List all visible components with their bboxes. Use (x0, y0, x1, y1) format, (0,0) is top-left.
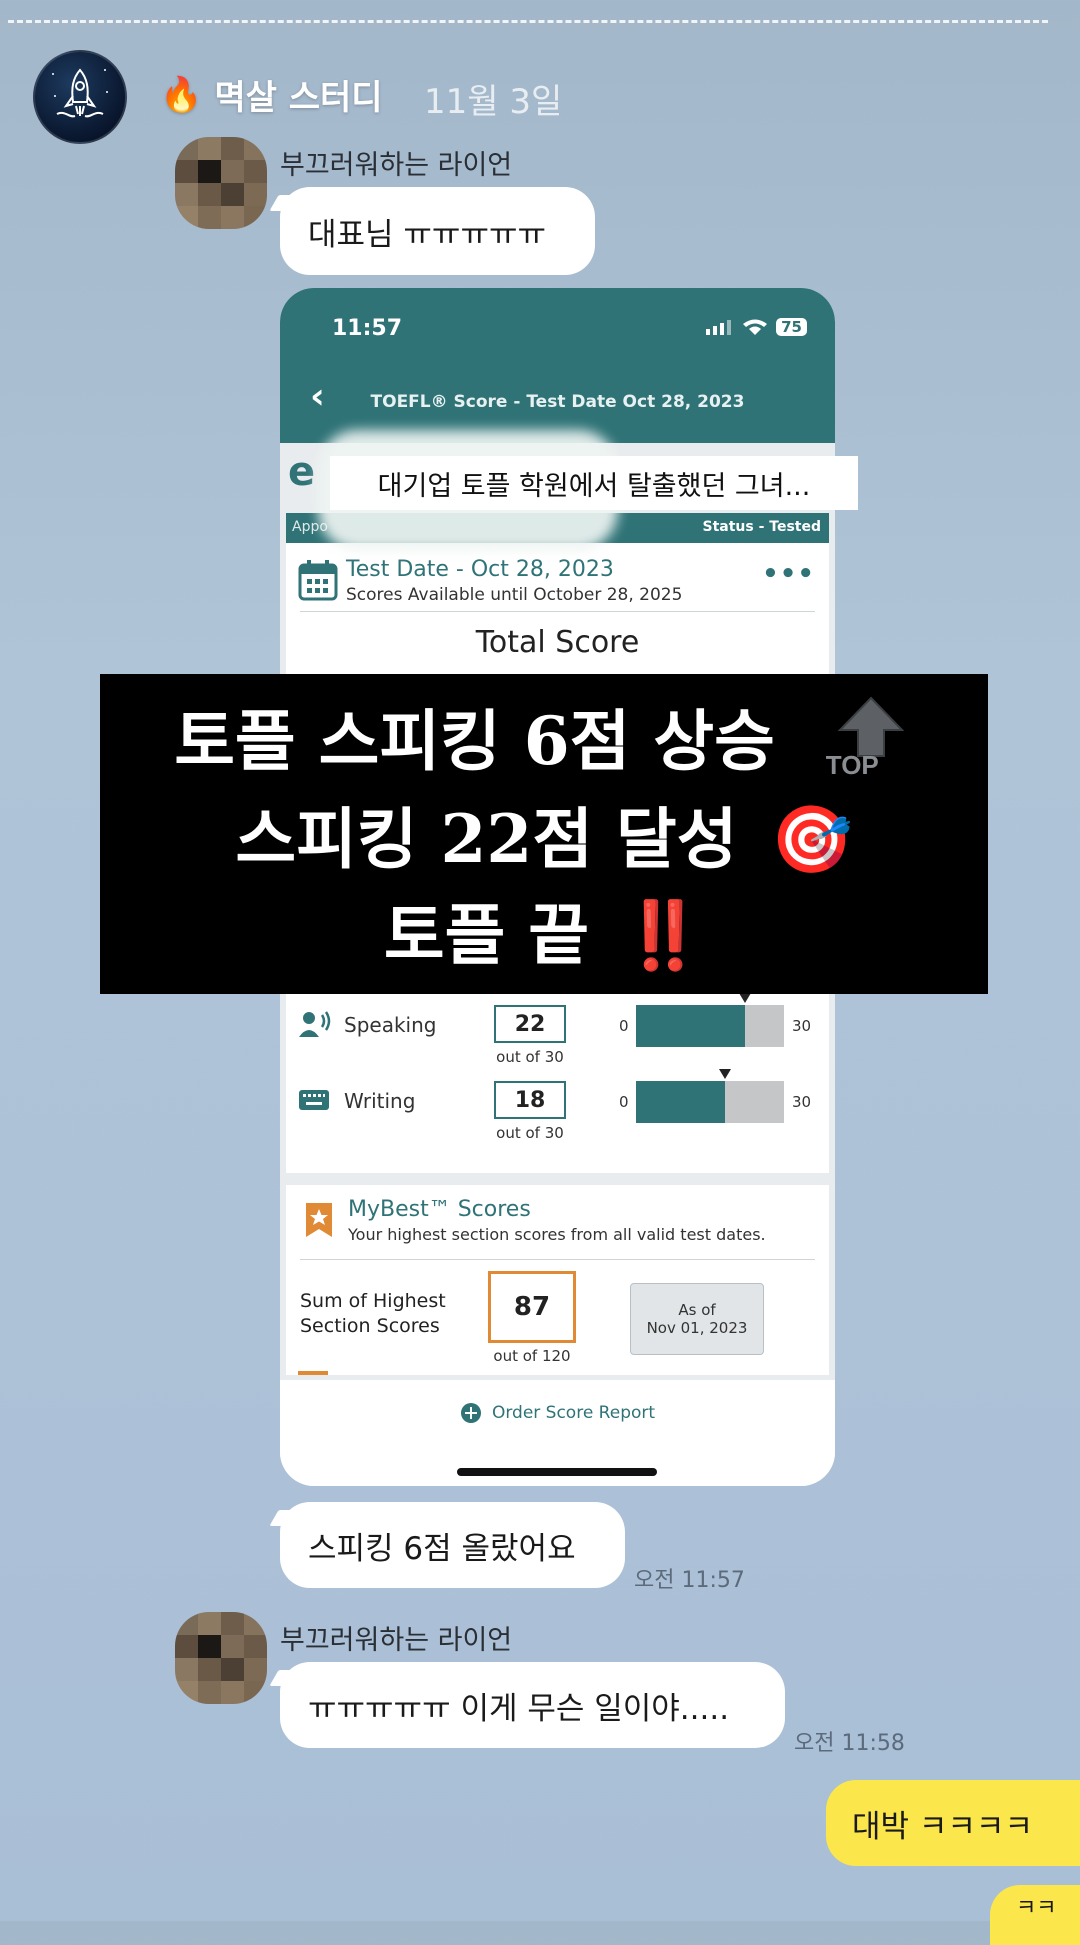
message-text: 대박 ㅋㅋㅋㅋ (852, 1808, 1033, 1845)
order-score-report-label: Order Score Report (491, 1403, 656, 1423)
overlay-line-1-text: 토플 스피킹 6점 상승 (174, 702, 775, 780)
as-of-box: As of Nov 01, 2023 (630, 1283, 764, 1355)
status-time: 11:57 (332, 316, 403, 341)
rocket-icon (52, 68, 108, 118)
writing-bar-fill (636, 1081, 725, 1123)
sum-out-of: out of 120 (493, 1347, 571, 1365)
message-bubble[interactable]: 스피킹 6점 올랐어요 (280, 1502, 625, 1588)
speaking-max: 30 (792, 1017, 812, 1035)
speaking-out-of: out of 30 (496, 1048, 564, 1066)
writing-label: Writing (344, 1089, 416, 1113)
message-text: 대표님 ㅠㅠㅠㅠㅠ (308, 216, 547, 253)
more-icon[interactable]: ••• (762, 559, 815, 589)
wifi-icon (743, 319, 768, 335)
message-time: 오전 11:57 (634, 1568, 745, 1593)
speaking-label: Speaking (344, 1013, 437, 1037)
sum-label-line2: Section Scores (300, 1315, 440, 1337)
sum-score-box: 87 (488, 1271, 576, 1343)
sender-avatar[interactable] (175, 137, 267, 229)
test-date-title: Test Date - Oct 28, 2023 (346, 557, 614, 582)
calendar-icon (298, 560, 338, 601)
story-date: 11월 3일 (424, 82, 563, 122)
message-bubble[interactable]: 대표님 ㅠㅠㅠㅠㅠ (280, 187, 595, 275)
group-name-text: 멱살 스터디 (214, 78, 383, 118)
bookmark-star-icon (306, 1203, 332, 1237)
my-message-bubble[interactable]: 대박 ㅋㅋㅋㅋ (826, 1780, 1080, 1866)
fire-icon: 🔥 (160, 74, 203, 115)
top-arrow-icon: TOP (824, 696, 914, 782)
keyboard-icon (299, 1090, 329, 1110)
double-exclamation-icon: ‼️ (621, 897, 705, 974)
overlay-line-3: 토플 끝 ‼️ (100, 882, 988, 978)
overlay-line-2-text: 스피킹 22점 달성 (235, 800, 738, 878)
mybest-card: MyBest™ Scores Your highest section scor… (286, 1185, 829, 1375)
message-text: ㅠㅠㅠㅠㅠ 이게 무슨 일이야..... (308, 1690, 730, 1727)
my-message-bubble[interactable]: ㅋㅋ (990, 1885, 1080, 1945)
story-progress-bar (8, 20, 1048, 23)
status-icons: 75 (706, 318, 807, 336)
target-icon: 🎯 (770, 801, 853, 878)
writing-score: 18 (494, 1081, 566, 1119)
speaking-min: 0 (619, 1017, 629, 1035)
order-score-report-button[interactable]: Order Score Report (280, 1402, 835, 1424)
caption-sticker: 대기업 토플 학원에서 탈출했던 그녀... (330, 456, 858, 510)
sender-avatar[interactable] (175, 1612, 267, 1704)
total-score-label: Total Score (475, 625, 640, 660)
mybest-title: MyBest™ Scores (348, 1197, 531, 1222)
writing-max: 30 (792, 1093, 812, 1111)
writing-out-of: out of 30 (496, 1124, 564, 1142)
divider (300, 611, 815, 612)
message-time: 오전 11:58 (794, 1731, 905, 1756)
battery-icon: 75 (776, 318, 807, 336)
speaking-bar-fill (636, 1005, 745, 1047)
writing-marker (719, 1069, 731, 1079)
as-of-date: Nov 01, 2023 (646, 1319, 748, 1337)
speaking-icon (299, 1011, 331, 1037)
plus-circle-icon (460, 1403, 481, 1423)
sender-name: 부끄러워하는 라이언 (280, 1625, 513, 1656)
mybest-subtitle: Your highest section scores from all val… (348, 1225, 766, 1244)
speaking-bar (636, 993, 784, 1047)
sum-label-line1: Sum of Highest (300, 1290, 446, 1312)
top-label: TOP (825, 750, 879, 780)
overlay-line-3-text: 토플 끝 (383, 896, 589, 974)
home-indicator (457, 1468, 657, 1476)
story-avatar[interactable] (33, 50, 127, 144)
speaking-score: 22 (494, 1005, 566, 1043)
partial-logo-icon: e (288, 449, 316, 495)
order-footer: Order Score Report (280, 1380, 835, 1486)
scores-available-text: Scores Available until October 28, 2025 (346, 585, 683, 605)
writing-min: 0 (619, 1093, 629, 1111)
overlay-line-1: 토플 스피킹 6점 상승 TOP (100, 688, 988, 784)
overlay-banner: 토플 스피킹 6점 상승 TOP 스피킹 22점 달성 🎯 토플 끝 ‼️ (100, 674, 988, 994)
sum-label: Sum of Highest Section Scores (300, 1289, 446, 1339)
next-row-edge (298, 1371, 328, 1375)
table-status-label: Status - Tested (702, 519, 821, 535)
nav-title: TOEFL® Score - Test Date Oct 28, 2023 (370, 392, 745, 412)
message-bubble[interactable]: ㅠㅠㅠㅠㅠ 이게 무슨 일이야..... (280, 1662, 785, 1748)
message-text: 스피킹 6점 올랐어요 (308, 1530, 576, 1567)
message-text: ㅋㅋ (1016, 1896, 1057, 1921)
writing-bar (636, 1069, 784, 1123)
app-header (280, 288, 835, 443)
signal-icon (706, 320, 732, 335)
as-of-label: As of (678, 1301, 716, 1319)
speaking-marker (739, 993, 751, 1003)
sender-name: 부끄러워하는 라이언 (280, 150, 513, 181)
overlay-line-2: 스피킹 22점 달성 🎯 (100, 786, 988, 882)
story-group-name: 🔥 멱살 스터디 (160, 70, 383, 119)
divider (300, 1259, 815, 1260)
